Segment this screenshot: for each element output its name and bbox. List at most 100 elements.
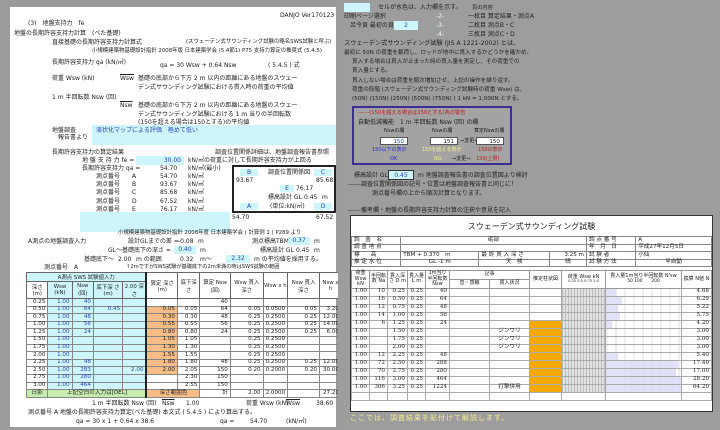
- table-cell: 2.05: [176, 366, 201, 375]
- table-cell[interactable]: [71, 343, 94, 353]
- table-cell[interactable]: [92, 343, 124, 353]
- nsw-input-ok[interactable]: 150: [380, 137, 408, 145]
- sheet-info-table: 調 査 名砺部調 点 番 号A 調 査 地 点年 月 日平成27年12月5日 標…: [350, 236, 712, 268]
- table-cell[interactable]: 1.00: [47, 373, 73, 383]
- result-row: 1.00 2.00 0.25 ジンワリ 3.00: [351, 343, 712, 353]
- table-cell[interactable]: 2.00: [122, 366, 147, 375]
- table-row: 2.50 1.00 283 2.00 2.00 2.05 150 0.20 0.2000 0.20…: [25, 366, 343, 375]
- table-cell[interactable]: [122, 328, 147, 337]
- table-cell[interactable]: [122, 313, 147, 322]
- result-cell: 70: [369, 367, 388, 377]
- table-cell[interactable]: [122, 381, 147, 391]
- page-number[interactable]: -3-: [436, 23, 444, 29]
- table-cell[interactable]: 1.00: [47, 305, 73, 315]
- reference: 小規模建築物基礎設計指針 2008年版 日本建築学会 (5.4節1) P75 支…: [92, 48, 322, 54]
- wsw-label: 荷重 Wsw (kN): [52, 75, 95, 82]
- table-cell[interactable]: 1.00: [47, 351, 73, 360]
- warn-s1: 150以下の表示: [372, 147, 407, 153]
- table-cell[interactable]: 1.00: [47, 320, 73, 330]
- table-cell[interactable]: 1.00: [47, 358, 73, 368]
- table-cell[interactable]: [92, 351, 124, 360]
- table-cell: 0.2000: [262, 366, 289, 375]
- table-cell[interactable]: [92, 381, 124, 391]
- table-cell[interactable]: 1.00: [47, 328, 73, 337]
- table-cell[interactable]: 1.00: [47, 298, 73, 307]
- result-cell: [489, 287, 530, 297]
- map-gl-label: 標高設計 GL: [268, 194, 302, 201]
- gl-input[interactable]: 0.45: [388, 170, 414, 180]
- table-cell[interactable]: [122, 343, 147, 353]
- point-qa-value: 85.68: [160, 189, 178, 197]
- page-number[interactable]: -4-: [436, 32, 444, 38]
- table-cell[interactable]: 56: [71, 320, 94, 330]
- table-cell[interactable]: [122, 335, 147, 345]
- table-cell[interactable]: [122, 373, 147, 383]
- map-gl-value: 0.45: [304, 194, 318, 201]
- point-no: A: [635, 236, 712, 245]
- range-mid: m の範囲: [136, 256, 162, 263]
- warn-col1: Nswの欄: [384, 128, 405, 134]
- qa-min-label: 長期許容支持力 qa =: [82, 165, 141, 172]
- table-cell[interactable]: [92, 328, 124, 337]
- page-number[interactable]: -2-: [436, 14, 444, 20]
- footer-wsw-sum: 2.0000: [262, 389, 289, 398]
- table-cell[interactable]: [122, 351, 147, 360]
- point-label: 測点番号: [96, 189, 121, 197]
- fe-input[interactable]: 30.00: [136, 156, 184, 165]
- map-c: C: [314, 169, 332, 176]
- table-cell[interactable]: [92, 298, 124, 307]
- table-cell[interactable]: [122, 298, 147, 307]
- table-cell[interactable]: [92, 320, 124, 330]
- nsw-desc-1: 基礎の底部から下方 2 m 以内の距離にある地盤のスウェー: [138, 102, 298, 109]
- table-cell[interactable]: 48: [71, 313, 94, 322]
- table-cell: 48: [199, 358, 231, 368]
- result-cell: [425, 335, 450, 345]
- table-cell[interactable]: [92, 313, 124, 322]
- result-cell: 2.50: [387, 359, 408, 369]
- table-cell[interactable]: 48: [71, 358, 94, 368]
- table-cell[interactable]: 1.00: [47, 335, 73, 345]
- first-page-input[interactable]: 2: [394, 21, 418, 30]
- map-e: E: [280, 185, 294, 192]
- table-cell: 0.55: [176, 320, 201, 330]
- table-cell[interactable]: 40: [71, 298, 94, 307]
- table-cell[interactable]: [122, 305, 147, 315]
- table-cell: 1.50: [25, 335, 49, 345]
- tbm-input[interactable]: 0.37: [288, 237, 310, 245]
- remarks-input[interactable]: [80, 212, 230, 232]
- load-bar: [562, 376, 605, 384]
- table-cell[interactable]: 0.45: [92, 305, 124, 315]
- table-cell[interactable]: [71, 351, 94, 360]
- table-cell[interactable]: [122, 320, 147, 330]
- table-cell[interactable]: [92, 358, 124, 368]
- nsw-bar-cell: [605, 359, 682, 369]
- legend-text: セルが水色は、入力欄を示す。: [378, 4, 462, 11]
- table-cell: [229, 381, 264, 391]
- table-cell[interactable]: 283: [71, 366, 94, 375]
- table-cell[interactable]: 464: [71, 381, 94, 391]
- soil-column-bar: [530, 368, 561, 376]
- table-cell[interactable]: [92, 366, 124, 375]
- table-cell[interactable]: 1.00: [47, 313, 73, 322]
- result-cell: 306: [369, 383, 388, 393]
- result-cell: 12: [369, 351, 388, 361]
- table-cell[interactable]: 280: [71, 373, 94, 383]
- table-cell: [287, 343, 320, 353]
- survey-input[interactable]: 液状化マップによる評価 極めて低い: [92, 125, 336, 145]
- range-to: 2.32: [226, 255, 250, 263]
- nsw-input-ng[interactable]: 151: [430, 137, 458, 145]
- table-cell[interactable]: 1.00: [47, 381, 73, 391]
- point-label: 測点番号: [96, 197, 121, 205]
- table-cell[interactable]: 24: [71, 328, 94, 337]
- table-cell[interactable]: [122, 358, 147, 368]
- depth-input[interactable]: 0.40: [174, 246, 196, 254]
- table-cell[interactable]: [92, 373, 124, 383]
- table-cell[interactable]: [71, 335, 94, 345]
- table-cell[interactable]: 64: [71, 305, 94, 315]
- result-cell: 0.25: [407, 351, 426, 361]
- table-cell[interactable]: 1.00: [47, 343, 73, 353]
- table-cell[interactable]: 1.00: [47, 366, 73, 375]
- nsw-bar: [606, 360, 678, 368]
- unit: m: [314, 247, 320, 254]
- table-cell[interactable]: [92, 335, 124, 345]
